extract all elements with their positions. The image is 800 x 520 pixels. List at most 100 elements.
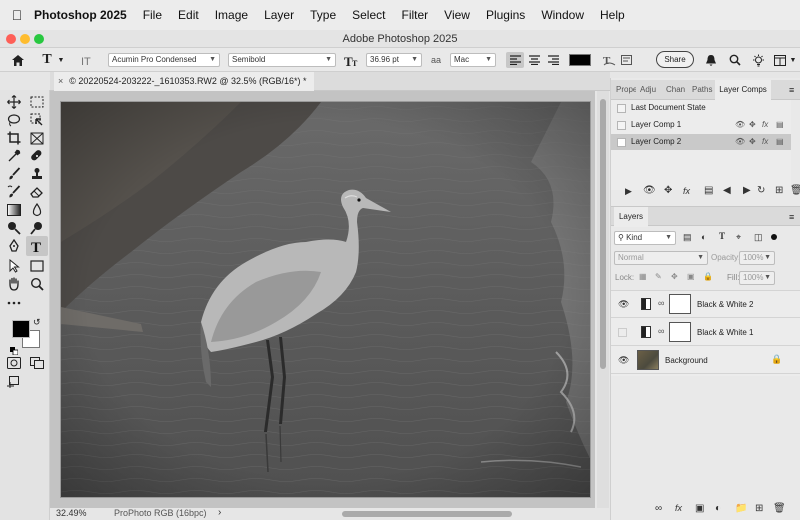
document-canvas-area[interactable] — [50, 91, 595, 508]
group-icon[interactable]: 📁 — [735, 503, 747, 514]
layer-visibility-eye-icon[interactable]: 👁 — [618, 355, 629, 366]
fx-icon[interactable]: fx — [762, 117, 768, 133]
layer-visibility-toggle[interactable] — [618, 328, 627, 337]
adjustment-filter-icon[interactable]: ◐ — [701, 232, 706, 242]
object-selection-tool-icon[interactable] — [27, 112, 47, 128]
lock-transparent-icon[interactable]: ▦ — [639, 272, 647, 281]
default-colors-icon[interactable] — [10, 342, 19, 356]
menu-layer[interactable]: Layer — [264, 8, 294, 22]
eye-icon[interactable]: 👁 — [735, 117, 745, 133]
zoom-window-button[interactable] — [34, 34, 44, 44]
quick-mask-icon[interactable] — [4, 355, 24, 371]
minimize-window-button[interactable] — [20, 34, 30, 44]
comp-checkbox[interactable] — [617, 121, 626, 130]
layer-name[interactable]: Background — [665, 356, 708, 365]
layer-comp-row[interactable]: Last Document State — [611, 100, 791, 116]
zoom-tool-icon[interactable] — [27, 276, 47, 292]
menu-type[interactable]: Type — [310, 8, 336, 22]
rectangle-tool-icon[interactable] — [27, 258, 47, 274]
zoom-level[interactable]: 32.49% — [56, 508, 87, 518]
layer-mask-thumbnail[interactable] — [669, 294, 691, 314]
eraser-tool-icon[interactable] — [27, 184, 47, 200]
lasso-tool-icon[interactable] — [4, 112, 24, 128]
eye-icon[interactable]: 👁 — [735, 134, 745, 150]
new-layer-icon[interactable]: ⊞ — [755, 503, 763, 514]
layer-row[interactable]: ∞ Black & White 1 — [611, 319, 800, 346]
menu-image[interactable]: Image — [215, 8, 248, 22]
character-panel-icon[interactable] — [620, 52, 632, 68]
fill-field[interactable]: 100% ▼ — [739, 271, 775, 285]
layer-thumbnail[interactable] — [637, 350, 659, 370]
eye-icon[interactable]: 👁 — [643, 185, 656, 196]
hand-tool-icon[interactable] — [4, 276, 24, 292]
add-mask-icon[interactable]: ▣ — [695, 503, 704, 514]
filter-toggle-icon[interactable] — [771, 234, 777, 240]
trash-icon[interactable]: 🗑 — [773, 503, 786, 514]
tab-layer-comps[interactable]: Layer Comps — [715, 80, 771, 100]
move-tool-icon[interactable] — [4, 94, 24, 110]
layer-comp-row-selected[interactable]: Layer Comp 2 👁 ✥ fx ▤ — [611, 134, 791, 150]
tool-preset-text-icon[interactable]: T — [40, 52, 54, 68]
path-selection-tool-icon[interactable] — [4, 258, 24, 274]
share-button[interactable]: Share — [656, 51, 694, 68]
menu-select[interactable]: Select — [352, 8, 385, 22]
tab-layers[interactable]: Layers — [614, 207, 648, 227]
brush-tool-icon[interactable] — [4, 166, 24, 182]
close-window-button[interactable] — [6, 34, 16, 44]
type-tool-icon[interactable]: T — [26, 236, 48, 256]
warp-text-icon[interactable]: T — [602, 52, 616, 68]
bell-icon[interactable] — [704, 52, 718, 68]
apply-comp-icon[interactable]: ▶ — [625, 186, 632, 197]
sponge-tool-icon[interactable] — [27, 220, 47, 236]
chevron-down-icon[interactable]: ▼ — [789, 52, 797, 68]
text-orientation-icon[interactable]: IT — [80, 52, 96, 68]
blend-mode-select[interactable]: Normal ▼ — [614, 251, 708, 265]
menu-edit[interactable]: Edit — [178, 8, 199, 22]
vertical-scroll-thumb[interactable] — [600, 99, 606, 369]
blur-tool-icon[interactable] — [27, 202, 47, 218]
fx-icon[interactable]: fx — [762, 134, 768, 150]
fx-icon[interactable]: fx — [683, 186, 690, 196]
panel-menu-icon[interactable]: ≡ — [789, 212, 794, 222]
fx-icon[interactable]: fx — [675, 503, 682, 513]
lock-position-icon[interactable]: ✥ — [671, 272, 678, 281]
layer-mask-thumbnail[interactable] — [669, 322, 691, 342]
chevron-down-icon[interactable]: ▼ — [56, 52, 66, 68]
text-color-swatch[interactable] — [569, 54, 591, 66]
crane-photo-canvas[interactable] — [60, 101, 591, 498]
font-family-select[interactable]: Acumin Pro Condensed ▼ — [108, 53, 220, 67]
panel-menu-icon[interactable]: ≡ — [789, 85, 794, 95]
home-icon[interactable] — [8, 52, 28, 68]
menu-view[interactable]: View — [444, 8, 470, 22]
workspace-icon[interactable] — [773, 52, 787, 68]
move-icon[interactable]: ✥ — [749, 117, 756, 133]
app-menu[interactable]: Photoshop 2025 — [34, 8, 127, 22]
crop-tool-icon[interactable] — [4, 130, 24, 146]
tab-channels[interactable]: Chan — [664, 80, 688, 100]
layer-visibility-eye-icon[interactable]: 👁 — [618, 299, 629, 310]
status-arrow-icon[interactable]: › — [218, 507, 221, 518]
antialias-select[interactable]: Mac ▼ — [450, 53, 496, 67]
gradient-tool-icon[interactable] — [4, 202, 24, 218]
align-center-icon[interactable] — [525, 52, 543, 68]
more-tools-icon[interactable] — [4, 295, 24, 311]
swap-colors-icon[interactable]: ↺ — [33, 317, 41, 328]
link-chain-icon[interactable]: ∞ — [658, 298, 664, 308]
type-filter-icon[interactable]: T — [719, 231, 725, 241]
doc-icon[interactable]: ▤ — [776, 117, 784, 133]
link-chain-icon[interactable]: ∞ — [658, 326, 664, 336]
comp-checkbox[interactable] — [617, 104, 626, 113]
layer-row[interactable]: 👁 Background 🔒 — [611, 347, 800, 374]
history-brush-tool-icon[interactable] — [4, 184, 24, 200]
shape-filter-icon[interactable]: ⌖ — [736, 232, 741, 243]
layer-name[interactable]: Black & White 1 — [697, 328, 753, 337]
close-tab-icon[interactable]: × — [58, 76, 63, 86]
tab-adjustments[interactable]: Adju — [638, 80, 662, 100]
lock-artboard-icon[interactable]: ▣ — [687, 272, 695, 281]
dodge-tool-icon[interactable] — [4, 220, 24, 236]
smart-object-filter-icon[interactable]: ◫ — [754, 232, 763, 243]
opacity-field[interactable]: 100% ▼ — [739, 251, 775, 265]
search-icon[interactable] — [728, 52, 742, 68]
font-size-select[interactable]: 36.96 pt ▼ — [366, 53, 422, 67]
menu-help[interactable]: Help — [600, 8, 625, 22]
